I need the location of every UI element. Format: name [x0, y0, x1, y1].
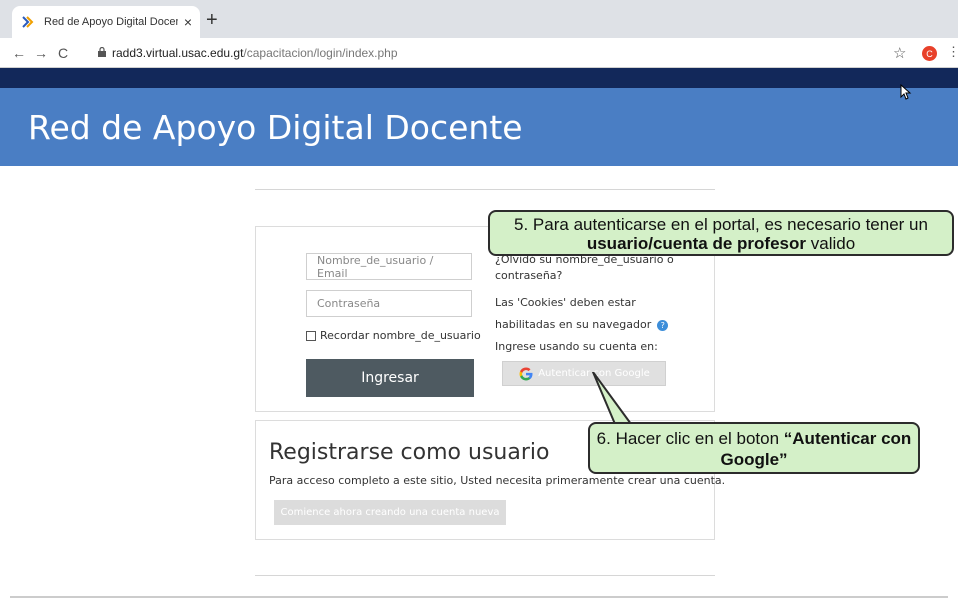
url-path: /capacitacion/login/index.php [243, 46, 398, 60]
forward-arrow-icon[interactable]: → [30, 45, 52, 61]
tab-close-icon[interactable]: × [184, 14, 192, 30]
site-favicon-icon [20, 14, 36, 30]
site-banner: Red de Apoyo Digital Docente [0, 88, 958, 166]
divider-bottom [255, 575, 715, 576]
google-icon [519, 367, 533, 380]
callout-step-5: 5. Para autenticarse en el portal, es ne… [488, 210, 954, 256]
browser-toolbar: ← → C radd3.virtual.usac.edu.gt/capacita… [0, 38, 958, 68]
callout-5-bold: usuario/cuenta de profesor [586, 234, 807, 253]
callout-5-suffix: valido [806, 234, 856, 253]
forgot-line-2: contraseña? [495, 269, 563, 282]
new-tab-button[interactable]: + [206, 8, 218, 32]
browser-tab[interactable]: Red de Apoyo Digital Docente × [12, 6, 200, 38]
register-text: Para acceso completo a este sitio, Usted… [269, 474, 726, 487]
callout-step-6: 6. Hacer clic en el boton “Autenticar co… [588, 422, 920, 474]
forgot-password-link[interactable]: ¿Olvidó su nombre_de_usuario o contraseñ… [495, 252, 674, 284]
site-title: Red de Apoyo Digital Docente [28, 108, 523, 147]
remember-checkbox[interactable] [306, 330, 316, 341]
register-title: Registrarse como usuario [269, 440, 550, 465]
username-input[interactable]: Nombre_de_usuario / Email [306, 253, 472, 280]
create-account-button[interactable]: Comience ahora creando una cuenta nueva [274, 500, 506, 525]
page-bottom-edge [10, 596, 948, 598]
help-icon[interactable]: ? [657, 319, 669, 331]
cookies-line-1: Las 'Cookies' deben estar [495, 296, 636, 309]
callout-5-line-1: 5. Para autenticarse en el portal, es ne… [514, 215, 928, 234]
tab-title: Red de Apoyo Digital Docente [44, 16, 178, 28]
site-navbar [0, 68, 958, 88]
login-button[interactable]: Ingresar [306, 359, 474, 397]
cookies-line-2: habilitadas en su navegador [495, 318, 652, 331]
lock-icon [98, 46, 106, 60]
browser-menu-icon[interactable]: ⋮ [947, 44, 958, 60]
password-input[interactable]: Contraseña [306, 290, 472, 317]
address-bar[interactable]: radd3.virtual.usac.edu.gt/capacitacion/l… [98, 46, 398, 60]
reload-icon[interactable]: C [52, 45, 74, 61]
oauth-label: Ingrese usando su cuenta en: [495, 340, 658, 353]
divider-top [255, 189, 715, 190]
back-arrow-icon[interactable]: ← [8, 45, 30, 61]
url-host: radd3.virtual.usac.edu.gt [112, 46, 244, 60]
profile-avatar[interactable]: C [922, 46, 937, 61]
bookmark-star-icon[interactable]: ☆ [893, 44, 906, 62]
callout-6-prefix: 6. Hacer clic en el boton [596, 429, 784, 448]
remember-username[interactable]: Recordar nombre_de_usuario [306, 329, 481, 342]
remember-label: Recordar nombre_de_usuario [320, 329, 481, 342]
cookies-notice: Las 'Cookies' deben estar habilitadas en… [495, 292, 669, 336]
browser-tab-bar: Red de Apoyo Digital Docente × + [0, 0, 958, 38]
mouse-cursor-icon [900, 84, 912, 100]
